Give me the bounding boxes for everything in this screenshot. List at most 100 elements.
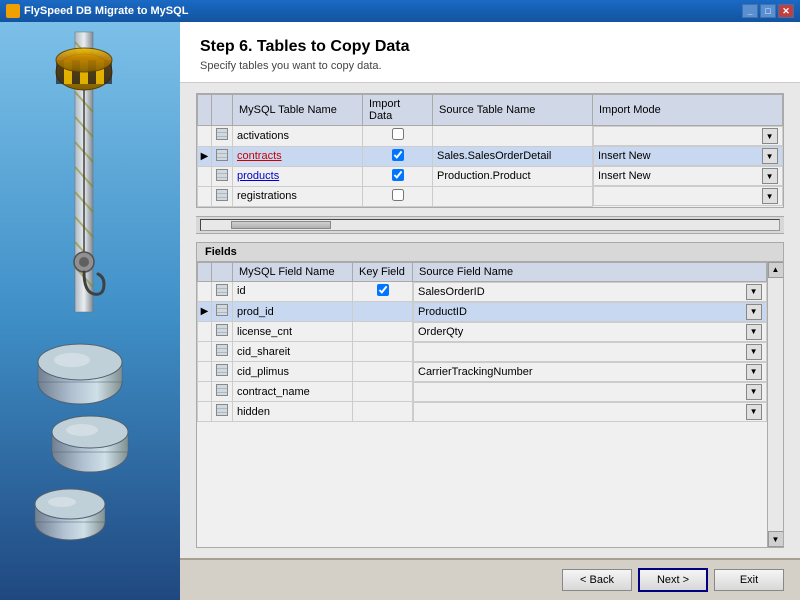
titlebar: FlySpeed DB Migrate to MySQL _ □ ✕ xyxy=(0,0,800,22)
table-name-cell[interactable]: contracts xyxy=(233,146,363,166)
back-button[interactable]: < Back xyxy=(562,569,632,591)
field-row[interactable]: contract_name ▼ xyxy=(198,382,767,402)
import-mode-dropdown[interactable]: ▼ xyxy=(762,148,778,164)
table-name-cell[interactable]: registrations xyxy=(233,186,363,206)
col-header-mysql-name: MySQL Table Name xyxy=(233,95,363,126)
source-field-cell[interactable]: OrderQty▼ xyxy=(413,322,767,342)
key-field-cell[interactable] xyxy=(353,362,413,382)
field-name-cell: license_cnt xyxy=(233,322,353,342)
col-header-source-field: Source Field Name xyxy=(413,262,767,281)
import-mode-dropdown[interactable]: ▼ xyxy=(762,188,778,204)
next-button[interactable]: Next > xyxy=(638,568,708,592)
app-icon xyxy=(6,4,20,18)
import-mode-dropdown[interactable]: ▼ xyxy=(762,168,778,184)
table-name-cell[interactable]: activations xyxy=(233,126,363,147)
row-icon xyxy=(212,281,233,302)
step-subtitle: Specify tables you want to copy data. xyxy=(200,60,780,72)
source-field-dropdown[interactable]: ▼ xyxy=(746,324,762,340)
source-field-cell[interactable]: ▼ xyxy=(413,382,767,402)
import-data-cell[interactable] xyxy=(363,126,433,147)
col-header-field-mysql: MySQL Field Name xyxy=(233,262,353,281)
table-name-cell[interactable]: products xyxy=(233,166,363,186)
fields-table-wrapper[interactable]: MySQL Field Name Key Field Source Field … xyxy=(197,262,767,548)
import-data-cell[interactable] xyxy=(363,166,433,186)
source-field-dropdown[interactable]: ▼ xyxy=(746,364,762,380)
row-arrow xyxy=(198,186,212,206)
crane-illustration xyxy=(0,22,180,600)
import-data-cell[interactable] xyxy=(363,186,433,206)
source-field-cell[interactable]: CarrierTrackingNumber▼ xyxy=(413,362,767,382)
maximize-button[interactable]: □ xyxy=(760,4,776,18)
content-header: Step 6. Tables to Copy Data Specify tabl… xyxy=(180,22,800,83)
key-field-cell[interactable] xyxy=(353,402,413,422)
key-field-cell[interactable] xyxy=(353,382,413,402)
key-field-cell[interactable] xyxy=(353,322,413,342)
horiz-scrollbar[interactable] xyxy=(196,216,784,234)
row-arrow: ▶ xyxy=(198,302,212,322)
import-mode-cell[interactable]: ▼ xyxy=(593,186,783,206)
row-icon xyxy=(212,342,233,362)
minimize-button[interactable]: _ xyxy=(742,4,758,18)
scrollbar-up-button[interactable]: ▲ xyxy=(768,262,784,278)
key-field-cell[interactable] xyxy=(353,302,413,322)
source-field-cell[interactable]: ▼ xyxy=(413,342,767,362)
row-icon xyxy=(212,186,233,206)
exit-button[interactable]: Exit xyxy=(714,569,784,591)
row-icon xyxy=(212,302,233,322)
footer: < Back Next > Exit xyxy=(180,558,800,600)
field-row[interactable]: cid_shareit▼ xyxy=(198,342,767,362)
fields-body: MySQL Field Name Key Field Source Field … xyxy=(197,262,783,548)
step-title: Step 6. Tables to Copy Data xyxy=(200,38,780,56)
key-field-cell[interactable] xyxy=(353,281,413,302)
table-row[interactable]: activations ▼ xyxy=(198,126,783,147)
row-arrow: ▶ xyxy=(198,146,212,166)
close-button[interactable]: ✕ xyxy=(778,4,794,18)
import-mode-dropdown[interactable]: ▼ xyxy=(762,128,778,144)
row-arrow xyxy=(198,342,212,362)
content-area: Step 6. Tables to Copy Data Specify tabl… xyxy=(180,22,800,600)
row-arrow xyxy=(198,322,212,342)
row-icon xyxy=(212,402,233,422)
field-row[interactable]: id SalesOrderID▼ xyxy=(198,281,767,302)
source-name-cell xyxy=(433,126,593,147)
field-name-cell: prod_id xyxy=(233,302,353,322)
source-name-cell: Sales.SalesOrderDetail xyxy=(433,146,593,166)
source-field-cell[interactable]: ProductID▼ xyxy=(413,302,767,322)
source-field-dropdown[interactable]: ▼ xyxy=(746,404,762,420)
import-mode-cell[interactable]: Insert New▼ xyxy=(593,146,783,166)
field-name-cell: contract_name xyxy=(233,382,353,402)
source-field-cell[interactable]: SalesOrderID▼ xyxy=(413,282,767,302)
scrollbar-down-button[interactable]: ▼ xyxy=(768,531,784,547)
table-row[interactable]: products Production.ProductInsert New▼ xyxy=(198,166,783,186)
fields-scrollbar[interactable]: ▲ ▼ xyxy=(767,262,783,548)
field-name-cell: id xyxy=(233,281,353,302)
field-row[interactable]: license_cnt OrderQty▼ xyxy=(198,322,767,342)
row-arrow xyxy=(198,166,212,186)
row-arrow xyxy=(198,402,212,422)
source-field-dropdown[interactable]: ▼ xyxy=(746,344,762,360)
col-header-source-name: Source Table Name xyxy=(433,95,593,126)
row-icon xyxy=(212,382,233,402)
field-row[interactable]: ▶ prod_id ProductID▼ xyxy=(198,302,767,322)
table-row[interactable]: ▶ contracts Sales.SalesOrderDetailInsert N… xyxy=(198,146,783,166)
source-name-cell: Production.Product xyxy=(433,166,593,186)
source-field-dropdown[interactable]: ▼ xyxy=(746,304,762,320)
row-arrow xyxy=(198,126,212,147)
source-field-dropdown[interactable]: ▼ xyxy=(746,384,762,400)
key-field-cell[interactable] xyxy=(353,342,413,362)
scrollbar-track[interactable] xyxy=(768,278,783,532)
import-mode-cell[interactable]: Insert New▼ xyxy=(593,166,783,186)
sidebar xyxy=(0,22,180,600)
import-mode-cell[interactable]: ▼ xyxy=(593,126,783,146)
field-row[interactable]: cid_plimusCarrierTrackingNumber▼ xyxy=(198,362,767,382)
titlebar-controls: _ □ ✕ xyxy=(742,4,794,18)
field-row[interactable]: hidden▼ xyxy=(198,402,767,422)
row-arrow xyxy=(198,382,212,402)
source-field-cell[interactable]: ▼ xyxy=(413,402,767,422)
content-body: MySQL Table Name Import Data Source Tabl… xyxy=(180,83,800,558)
source-field-dropdown[interactable]: ▼ xyxy=(746,284,762,300)
table-row[interactable]: registrations ▼ xyxy=(198,186,783,206)
row-icon xyxy=(212,146,233,166)
row-icon xyxy=(212,126,233,147)
import-data-cell[interactable] xyxy=(363,146,433,166)
